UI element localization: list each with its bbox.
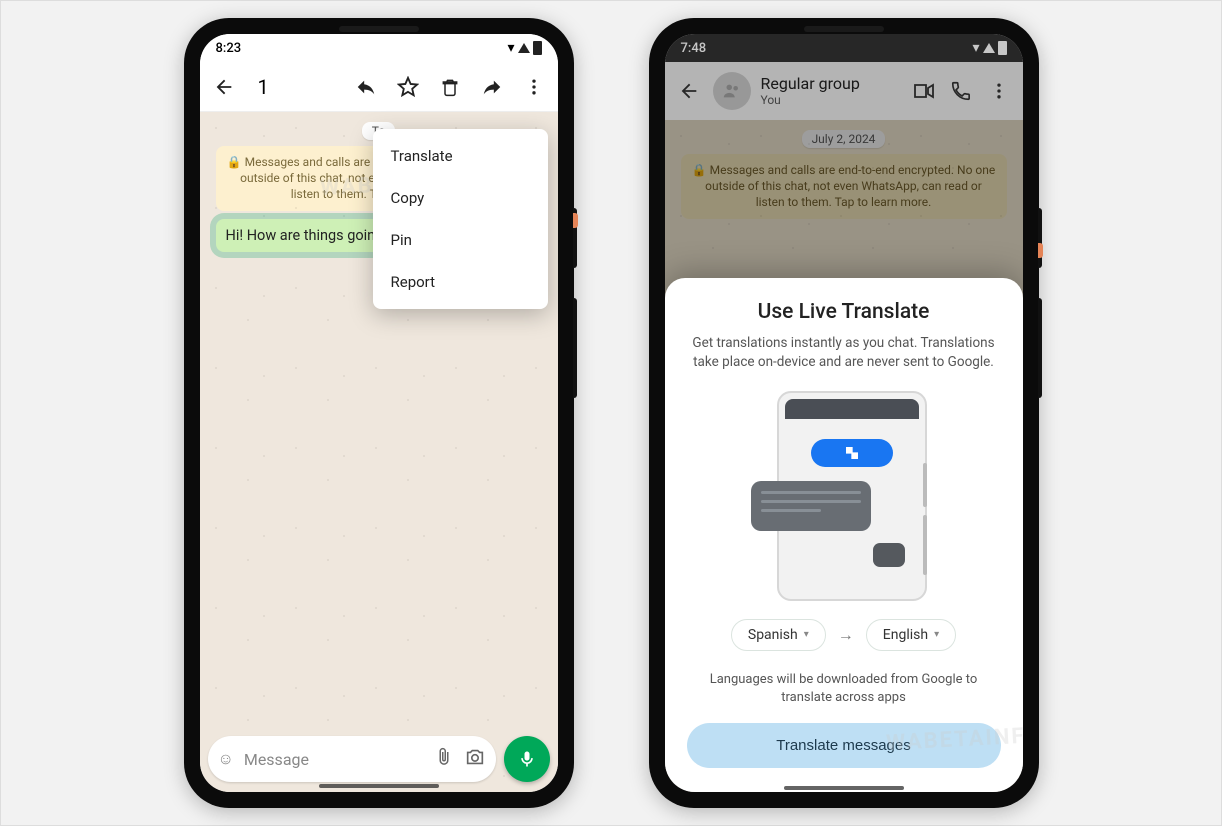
phone-screen-right: 7:48 ▾ Regular group You bbox=[665, 34, 1023, 792]
back-icon[interactable] bbox=[210, 73, 238, 101]
camera-icon[interactable] bbox=[464, 746, 486, 772]
home-indicator bbox=[319, 784, 439, 788]
download-note: Languages will be downloaded from Google… bbox=[687, 671, 1001, 707]
translate-badge-icon bbox=[811, 439, 893, 467]
status-icons: ▾ bbox=[507, 40, 541, 56]
language-selector: Spanish ▾ → English ▾ bbox=[687, 619, 1001, 651]
menu-pin[interactable]: Pin bbox=[373, 219, 548, 261]
language-to-label: English bbox=[883, 627, 928, 643]
mic-button[interactable] bbox=[504, 736, 550, 782]
menu-translate[interactable]: Translate bbox=[373, 135, 548, 177]
selection-count: 1 bbox=[252, 75, 338, 99]
wifi-icon: ▾ bbox=[507, 40, 514, 56]
chevron-down-icon: ▾ bbox=[804, 629, 809, 640]
translate-messages-button[interactable]: Translate messages bbox=[687, 723, 1001, 768]
forward-icon[interactable] bbox=[478, 73, 506, 101]
battery-icon bbox=[533, 41, 542, 55]
signal-icon bbox=[518, 43, 530, 53]
language-to-chip[interactable]: English ▾ bbox=[866, 619, 956, 651]
arrow-right-icon: → bbox=[838, 625, 854, 645]
phone-screen-left: 8:23 ▾ 1 bbox=[200, 34, 558, 792]
star-icon[interactable] bbox=[394, 73, 422, 101]
context-menu: Translate Copy Pin Report bbox=[373, 129, 548, 309]
selection-appbar: 1 bbox=[200, 62, 558, 112]
live-translate-sheet: Use Live Translate Get translations inst… bbox=[665, 278, 1023, 793]
sheet-illustration bbox=[739, 391, 949, 601]
chevron-down-icon: ▾ bbox=[934, 629, 939, 640]
menu-report[interactable]: Report bbox=[373, 261, 548, 303]
sheet-title: Use Live Translate bbox=[687, 300, 1001, 324]
phone-frame-right: 7:48 ▾ Regular group You bbox=[649, 18, 1039, 808]
message-placeholder: Message bbox=[244, 750, 424, 769]
language-from-label: Spanish bbox=[748, 627, 798, 643]
status-time: 8:23 bbox=[216, 41, 242, 56]
home-indicator bbox=[784, 786, 904, 790]
menu-copy[interactable]: Copy bbox=[373, 177, 548, 219]
attach-icon[interactable] bbox=[434, 747, 454, 771]
phone-frame-left: 8:23 ▾ 1 bbox=[184, 18, 574, 808]
reply-icon[interactable] bbox=[352, 73, 380, 101]
delete-icon[interactable] bbox=[436, 73, 464, 101]
message-input[interactable]: ☺ Message bbox=[208, 736, 496, 782]
sheet-description: Get translations instantly as you chat. … bbox=[687, 334, 1001, 373]
composer: ☺ Message bbox=[208, 736, 550, 782]
status-bar: 8:23 ▾ bbox=[200, 34, 558, 62]
emoji-icon[interactable]: ☺ bbox=[218, 749, 234, 769]
language-from-chip[interactable]: Spanish ▾ bbox=[731, 619, 826, 651]
more-icon[interactable] bbox=[520, 73, 548, 101]
